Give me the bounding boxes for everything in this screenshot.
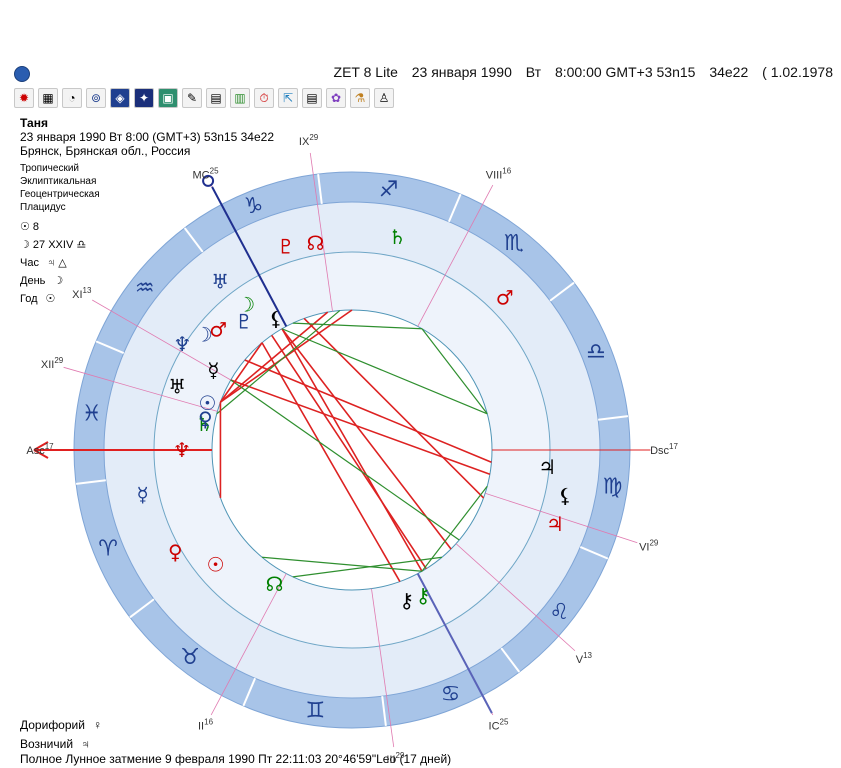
planet-glyph: ♅ bbox=[211, 269, 229, 293]
planet-glyph: ☿ bbox=[137, 482, 149, 506]
planet-glyph: ♃ bbox=[538, 455, 556, 479]
zodiac-sign-glyph: ♈ bbox=[98, 537, 118, 562]
zodiac-sign-glyph: ♐ bbox=[379, 178, 399, 203]
house-label: IX29 bbox=[299, 133, 319, 148]
planet-glyph: ♇ bbox=[277, 234, 295, 258]
zodiac-sign-glyph: ♍ bbox=[603, 475, 623, 500]
house-label: VIII16 bbox=[486, 167, 512, 182]
planet-glyph: ☉ bbox=[207, 552, 225, 576]
house-label: IC25 bbox=[489, 717, 509, 732]
planet-glyph: ♃ bbox=[546, 512, 564, 536]
planet-glyph: ⚷ bbox=[399, 588, 414, 612]
planet-glyph: ☊ bbox=[266, 572, 284, 596]
house-label: VI29 bbox=[639, 538, 659, 553]
planet-glyph: ⚸ bbox=[269, 306, 284, 330]
zodiac-sign-glyph: ♏ bbox=[504, 231, 524, 256]
zodiac-sign-glyph: ♑ bbox=[244, 194, 264, 219]
house-label: Dsc17 bbox=[650, 442, 678, 457]
zodiac-sign-glyph: ♉ bbox=[180, 645, 200, 670]
planet-glyph: ♆ bbox=[173, 438, 191, 462]
house-label: V13 bbox=[576, 651, 593, 666]
natal-chart-wheel[interactable]: ♑ ♐ ♏ ♎ ♍ ♌ ♋ ♊ ♉ ♈ ♓ ♒ Asc17 MC25 IX29 VIII16 XI13 XII2… bbox=[0, 0, 841, 768]
zodiac-sign-glyph: ♎ bbox=[586, 339, 606, 364]
zodiac-sign-glyph: ♊ bbox=[306, 698, 326, 723]
zodiac-sign-glyph: ♌ bbox=[549, 600, 569, 625]
planet-glyph: ⚸ bbox=[558, 483, 573, 507]
zodiac-sign-glyph: ♓ bbox=[82, 401, 102, 426]
planet-glyph: ♂ bbox=[496, 285, 514, 309]
zodiac-sign-glyph: ♒ bbox=[135, 276, 155, 301]
planet-glyph: ♀ bbox=[168, 540, 183, 564]
planet-glyph: ⚷ bbox=[416, 584, 431, 608]
planet-glyph: ♅ bbox=[168, 374, 186, 398]
house-label: II16 bbox=[198, 717, 214, 732]
house-label: Asc17 bbox=[26, 442, 54, 457]
planet-glyph: ♄ bbox=[388, 225, 406, 249]
planet-glyph: ☽ bbox=[237, 292, 255, 316]
planet-glyph: ♆ bbox=[173, 332, 191, 356]
planet-glyph: ☊ bbox=[307, 231, 325, 255]
house-label: MC25 bbox=[193, 167, 220, 182]
zodiac-sign-glyph: ♋ bbox=[441, 682, 461, 707]
house-label: XI13 bbox=[72, 286, 92, 301]
planet-glyph: ☉ bbox=[198, 391, 216, 415]
planet-glyph: ☽ bbox=[195, 322, 213, 346]
house-label: XII29 bbox=[41, 356, 64, 371]
planet-glyph: ☿ bbox=[207, 358, 219, 382]
house-label: III29 bbox=[386, 751, 405, 766]
